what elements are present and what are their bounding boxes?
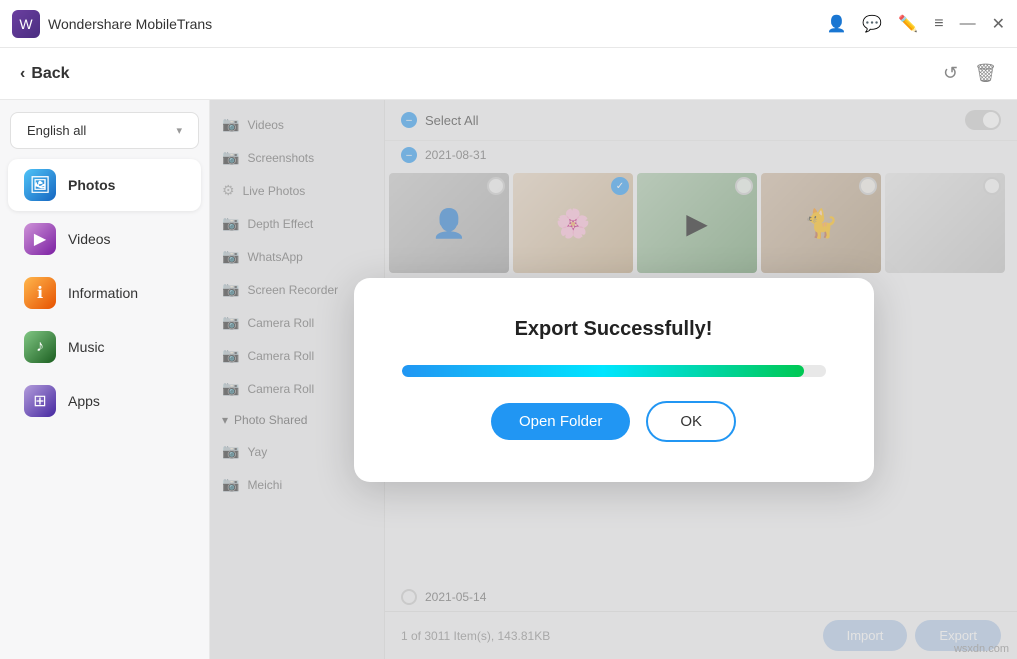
sidebar-item-label: Music bbox=[68, 339, 105, 355]
back-label: Back bbox=[31, 65, 69, 83]
apps-icon: ⊞ bbox=[24, 385, 56, 417]
information-icon: ℹ bbox=[24, 277, 56, 309]
edit-icon[interactable]: ✏️ bbox=[898, 14, 918, 34]
sidebar-item-apps[interactable]: ⊞ Apps bbox=[8, 375, 201, 427]
sidebar-item-label: Photos bbox=[68, 177, 115, 193]
music-icon: ♪ bbox=[24, 331, 56, 363]
chat-icon[interactable]: 💬 bbox=[862, 14, 882, 34]
sidebar-item-label: Information bbox=[68, 285, 138, 301]
ok-button[interactable]: OK bbox=[646, 401, 736, 442]
watermark: wsxdn.com bbox=[954, 643, 1009, 655]
main-layout: English all ▾ 🖼 Photos ▶ Videos ℹ Inform… bbox=[0, 100, 1017, 659]
photos-icon: 🖼 bbox=[24, 169, 56, 201]
header-bar: ‹ Back ↺ 🗑 bbox=[0, 48, 1017, 100]
sidebar-item-information[interactable]: ℹ Information bbox=[8, 267, 201, 319]
sidebar: English all ▾ 🖼 Photos ▶ Videos ℹ Inform… bbox=[0, 100, 210, 659]
back-button[interactable]: ‹ Back bbox=[20, 65, 70, 83]
title-bar-left: W Wondershare MobileTrans bbox=[12, 10, 212, 38]
sidebar-item-label: Apps bbox=[68, 393, 100, 409]
progress-bar-container bbox=[402, 365, 826, 377]
dialog-buttons: Open Folder OK bbox=[491, 401, 736, 442]
minimize-icon[interactable]: — bbox=[960, 15, 976, 33]
sidebar-item-music[interactable]: ♪ Music bbox=[8, 321, 201, 373]
app-title: Wondershare MobileTrans bbox=[48, 16, 212, 32]
dropdown-label: English all bbox=[27, 123, 86, 138]
title-bar: W Wondershare MobileTrans 👤 💬 ✏️ ≡ — ✕ bbox=[0, 0, 1017, 48]
back-arrow-icon: ‹ bbox=[20, 65, 25, 83]
export-success-dialog: Export Successfully! Open Folder OK bbox=[354, 278, 874, 482]
app-icon: W bbox=[12, 10, 40, 38]
delete-icon[interactable]: 🗑 bbox=[974, 63, 997, 84]
sidebar-item-label: Videos bbox=[68, 231, 111, 247]
content-area: 📷 Videos 📷 Screenshots ⚙ Live Photos 📷 D… bbox=[210, 100, 1017, 659]
sidebar-item-photos[interactable]: 🖼 Photos bbox=[8, 159, 201, 211]
header-actions: ↺ 🗑 bbox=[943, 63, 997, 84]
app-icon-letter: W bbox=[19, 16, 32, 32]
close-icon[interactable]: ✕ bbox=[992, 14, 1005, 34]
dialog-title: Export Successfully! bbox=[515, 318, 713, 341]
videos-icon: ▶ bbox=[24, 223, 56, 255]
open-folder-button[interactable]: Open Folder bbox=[491, 403, 630, 440]
title-bar-controls: 👤 💬 ✏️ ≡ — ✕ bbox=[826, 14, 1005, 34]
progress-bar-fill bbox=[402, 365, 805, 377]
refresh-icon[interactable]: ↺ bbox=[943, 63, 958, 84]
language-dropdown[interactable]: English all ▾ bbox=[10, 112, 199, 149]
chevron-down-icon: ▾ bbox=[176, 124, 182, 137]
sidebar-item-videos[interactable]: ▶ Videos bbox=[8, 213, 201, 265]
menu-icon[interactable]: ≡ bbox=[934, 15, 943, 33]
account-icon[interactable]: 👤 bbox=[826, 14, 846, 34]
